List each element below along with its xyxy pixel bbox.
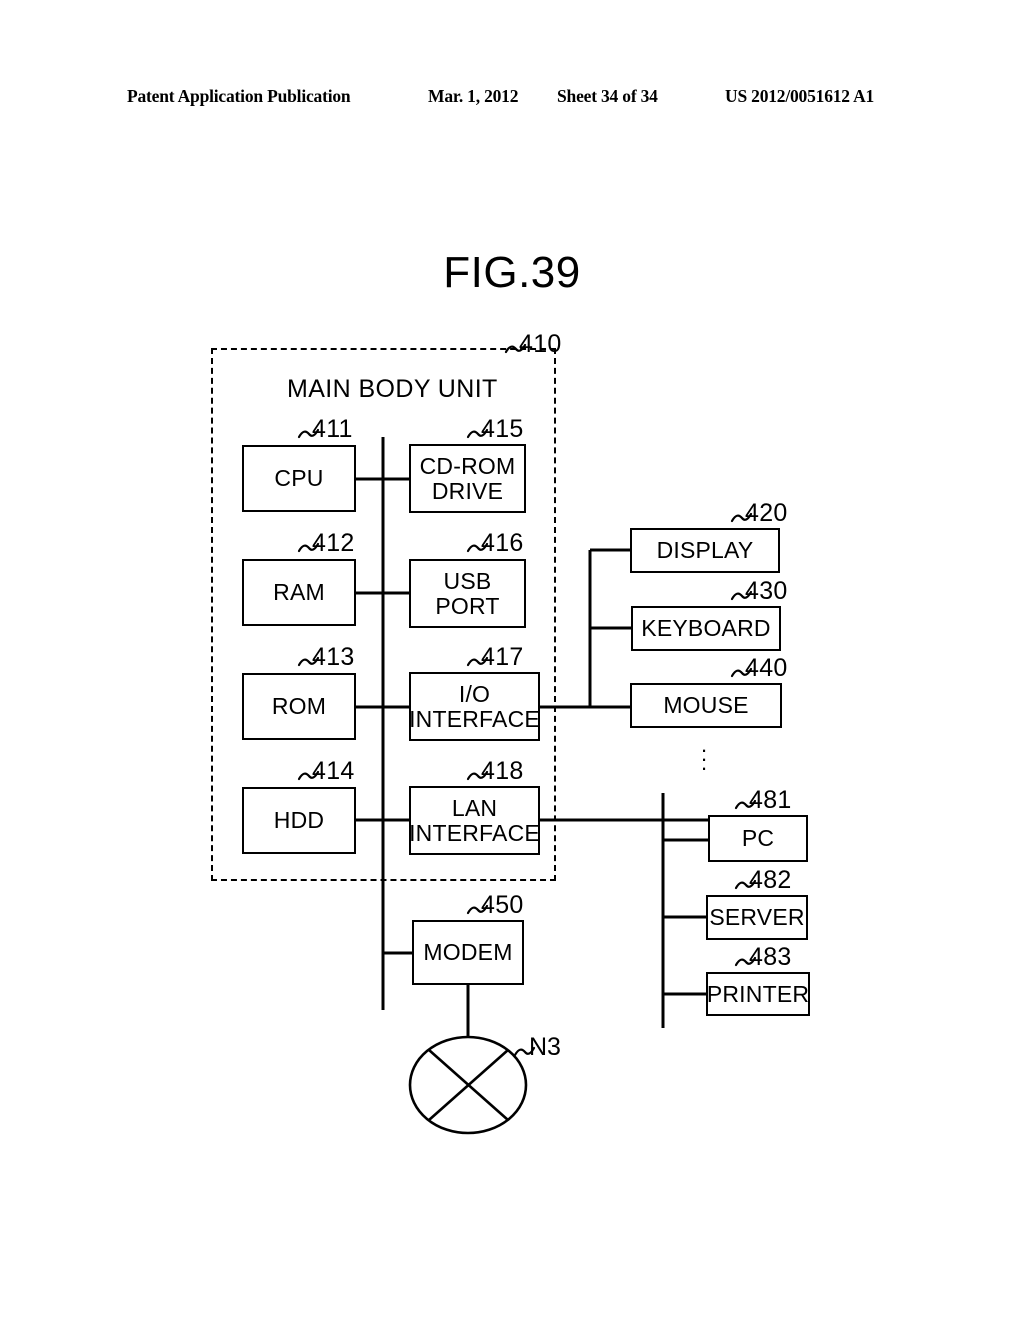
node-modem: MODEM	[412, 920, 524, 985]
ref-483: 483	[749, 943, 792, 971]
main-body-unit-label: MAIN BODY UNIT	[287, 375, 498, 403]
ref-440: 440	[745, 654, 788, 682]
ref-481: 481	[749, 786, 792, 814]
ref-482: 482	[749, 866, 792, 894]
node-keyboard: KEYBOARD	[631, 606, 781, 651]
ref-412: 412	[312, 529, 355, 557]
node-mouse: MOUSE	[630, 683, 782, 728]
network-label-n3: N3	[529, 1033, 561, 1061]
ref-420: 420	[745, 499, 788, 527]
ref-450: 450	[481, 891, 524, 919]
node-display: DISPLAY	[630, 528, 780, 573]
ref-416: 416	[481, 529, 524, 557]
peripherals-continuation: . . .	[696, 734, 712, 775]
node-rom: ROM	[242, 673, 356, 740]
ref-411: 411	[312, 415, 353, 443]
block-diagram: MAIN BODY UNIT 410 CPU 411 RAM 412 ROM 4…	[0, 0, 1024, 1320]
ref-417: 417	[481, 643, 524, 671]
node-usb-port: USB PORT	[409, 559, 526, 628]
node-hdd: HDD	[242, 787, 356, 854]
node-server: SERVER	[706, 895, 808, 940]
node-pc: PC	[708, 815, 808, 862]
node-cd-rom-drive: CD-ROM DRIVE	[409, 444, 526, 513]
node-io-interface: I/O INTERFACE	[409, 672, 540, 741]
ref-415: 415	[481, 415, 524, 443]
node-printer: PRINTER	[706, 972, 810, 1016]
ref-430: 430	[745, 577, 788, 605]
network-symbol	[408, 1035, 528, 1135]
node-lan-interface: LAN INTERFACE	[409, 786, 540, 855]
ref-413: 413	[312, 643, 355, 671]
ref-418: 418	[481, 757, 524, 785]
vdot-3: .	[700, 750, 708, 775]
node-ram: RAM	[242, 559, 356, 626]
node-cpu: CPU	[242, 445, 356, 512]
ref-414: 414	[312, 757, 355, 785]
ref-410: 410	[519, 330, 562, 358]
